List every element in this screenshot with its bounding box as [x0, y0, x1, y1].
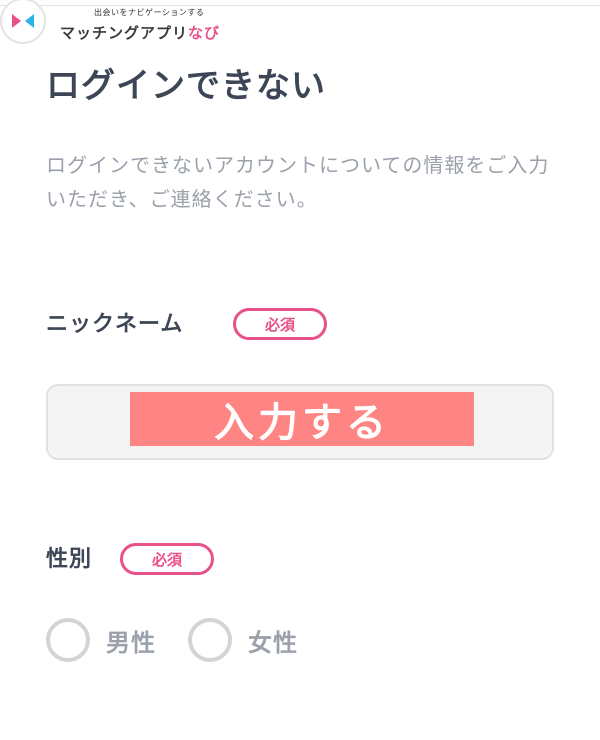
- gender-required-badge: 必須: [120, 543, 214, 575]
- logo-mark-icon: [12, 14, 34, 28]
- nickname-input[interactable]: 入力する: [46, 384, 554, 460]
- page-description: ログインできないアカウントについての情報をご入力いただき、ご連絡ください。: [46, 153, 550, 211]
- radio-button-female[interactable]: [188, 618, 232, 662]
- gender-option-male[interactable]: 男性: [46, 618, 156, 662]
- app-logo[interactable]: [0, 0, 46, 44]
- gender-option-label-male: 男性: [106, 628, 156, 657]
- gender-label: 性別: [46, 547, 93, 572]
- input-overlay-label: 入力する: [130, 392, 474, 446]
- brand-name-main: マッチングアプリ: [60, 24, 189, 42]
- gender-option-label-female: 女性: [248, 628, 298, 657]
- top-divider: [0, 5, 600, 6]
- brand-name[interactable]: マッチングアプリなび: [60, 22, 220, 43]
- nickname-label: ニックネーム: [46, 312, 184, 337]
- radio-button-male[interactable]: [46, 618, 90, 662]
- nickname-required-badge: 必須: [233, 308, 327, 340]
- brand-name-accent: なび: [188, 24, 221, 42]
- brand-tagline: 出会いをナビゲーションする: [94, 8, 205, 17]
- page-title: ログインできない: [46, 66, 326, 106]
- gender-option-female[interactable]: 女性: [188, 618, 298, 662]
